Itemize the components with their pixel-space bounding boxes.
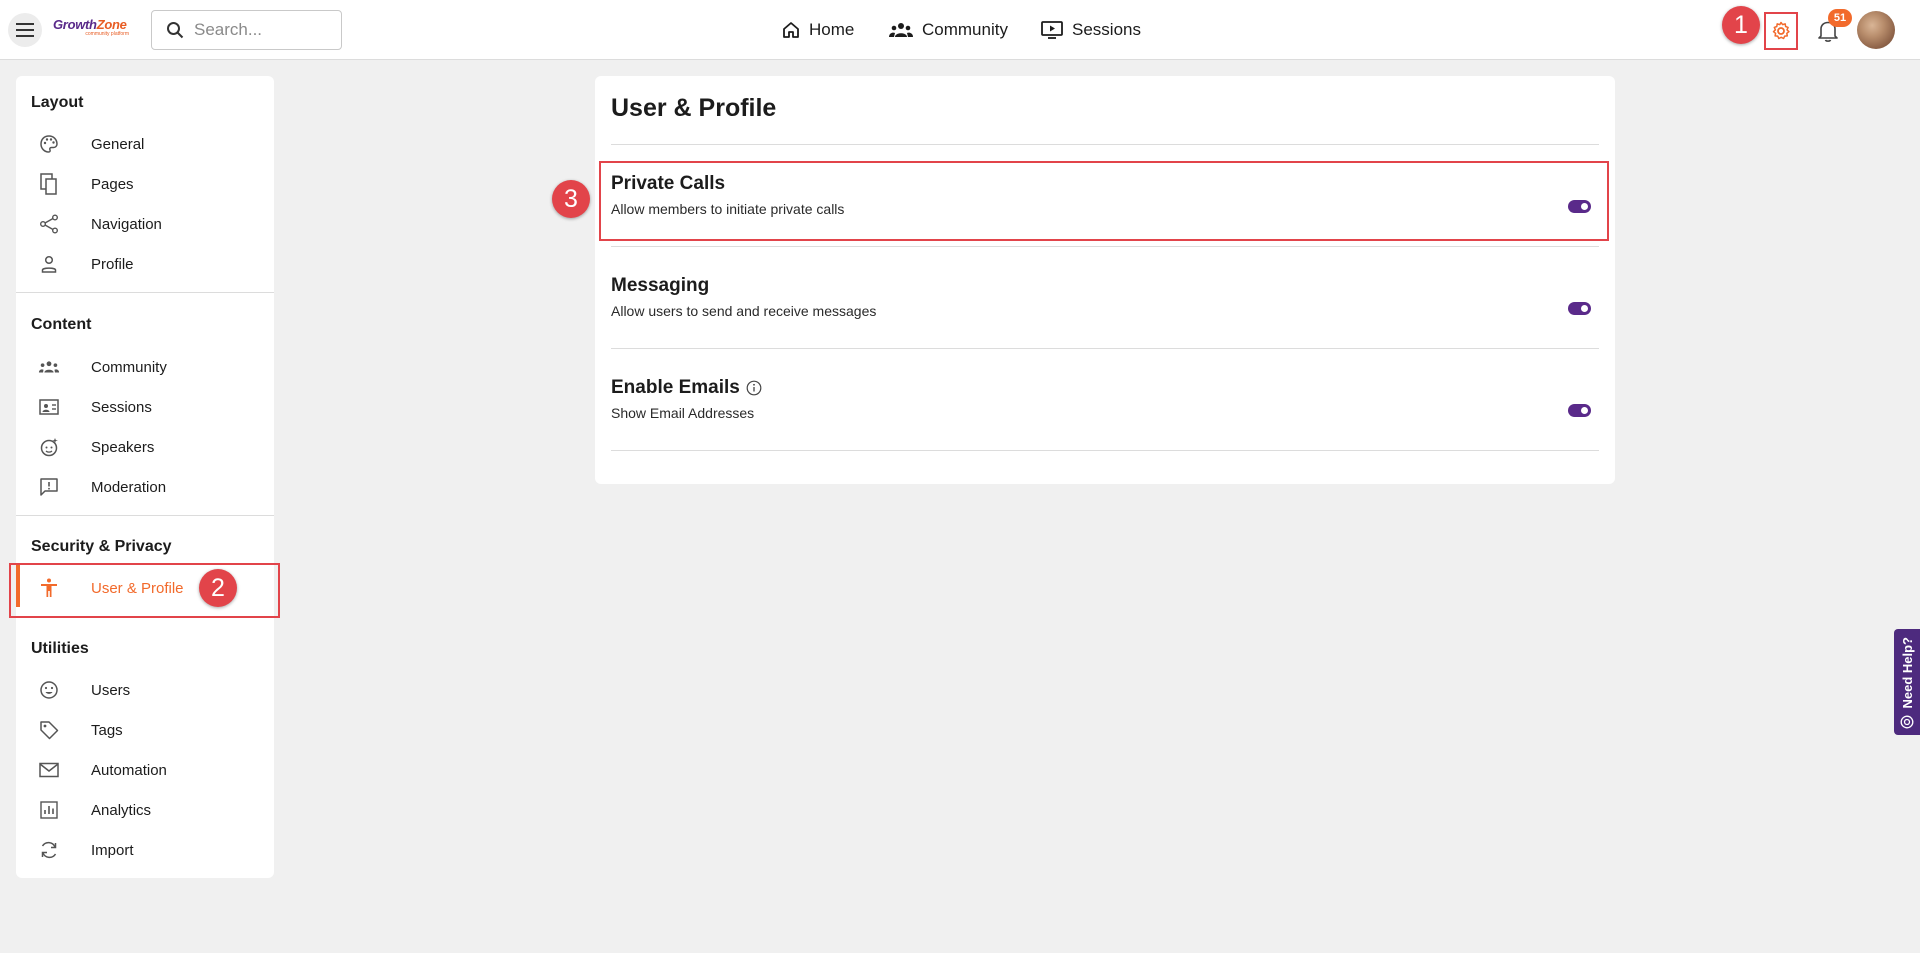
info-icon[interactable]: [746, 380, 762, 396]
people-icon: [889, 23, 913, 37]
toggle-messaging[interactable]: [1568, 302, 1591, 315]
need-help-label: Need Help?: [1899, 637, 1915, 709]
tag-icon: [38, 719, 60, 741]
section-title-security: Security & Privacy: [31, 538, 172, 555]
sync-icon: [38, 839, 60, 861]
nav-community-label: Community: [922, 20, 1008, 39]
sidebar-divider: [16, 515, 274, 516]
title-divider: [611, 144, 1599, 145]
sidebar-item-navigation[interactable]: Navigation: [16, 206, 274, 242]
setting-divider: [611, 348, 1599, 349]
sidebar-item-community[interactable]: Community: [16, 349, 274, 385]
setting-desc-enable-emails: Show Email Addresses: [611, 405, 755, 421]
nav-sessions-label: Sessions: [1072, 20, 1141, 39]
sidebar-item-label: Pages: [91, 175, 134, 193]
search-box[interactable]: [151, 10, 342, 50]
sidebar-item-moderation[interactable]: Moderation: [16, 469, 274, 505]
highlight-user-profile: [9, 563, 280, 618]
section-title-content: Content: [31, 316, 92, 333]
menu-icon: [16, 23, 34, 37]
growthzone-logo[interactable]: GrowthZone community platform: [53, 18, 135, 42]
report-icon: [38, 476, 60, 498]
sidebar-item-label: Analytics: [91, 801, 152, 819]
sidebar-item-label: Navigation: [91, 215, 162, 233]
sidebar-item-label: Automation: [91, 761, 167, 779]
sidebar-item-general[interactable]: General: [16, 126, 274, 162]
settings-sidebar: Layout General Pages Navigation Profile …: [16, 76, 274, 878]
sidebar-item-profile[interactable]: Profile: [16, 246, 274, 282]
page-title: User & Profile: [611, 94, 777, 122]
search-input[interactable]: [194, 20, 334, 40]
sidebar-divider: [16, 292, 274, 293]
face-icon: [38, 679, 60, 701]
hamburger-menu-button[interactable]: [8, 13, 42, 47]
sidebar-item-label: Import: [91, 841, 134, 859]
mail-icon: [38, 759, 60, 781]
pages-icon: [38, 173, 60, 195]
step-marker-3: 3: [552, 180, 590, 218]
sidebar-item-analytics[interactable]: Analytics: [16, 792, 274, 828]
screen-play-icon: [1041, 21, 1063, 39]
section-title-utilities: Utilities: [31, 640, 89, 657]
sidebar-item-label: Users: [91, 681, 131, 699]
nav-home-label: Home: [809, 20, 855, 39]
analytics-icon: [38, 799, 60, 821]
sidebar-item-label: Tags: [91, 721, 123, 739]
sidebar-item-label: Moderation: [91, 478, 167, 496]
sidebar-item-pages[interactable]: Pages: [16, 166, 274, 202]
nav-home[interactable]: Home: [782, 0, 854, 60]
toggle-enable-emails[interactable]: [1568, 404, 1591, 417]
sidebar-item-label: Sessions: [91, 398, 152, 416]
logo-tagline: community platform: [85, 31, 129, 37]
settings-card: User & Profile Private Calls Allow membe…: [595, 76, 1615, 484]
share-icon: [38, 213, 60, 235]
highlight-private-calls: [599, 161, 1609, 241]
sidebar-item-users[interactable]: Users: [16, 672, 274, 708]
lifebuoy-icon: [1900, 715, 1914, 729]
sidebar-item-label: Speakers: [91, 438, 155, 456]
sidebar-item-label: Community: [91, 358, 167, 376]
sidebar-item-import[interactable]: Import: [16, 832, 274, 868]
setting-title-enable-emails: Enable Emails: [611, 377, 762, 399]
user-avatar[interactable]: [1857, 11, 1895, 49]
setting-divider: [611, 246, 1599, 247]
search-icon: [167, 22, 184, 39]
sidebar-item-label: Profile: [91, 255, 134, 273]
step-marker-1: 1: [1722, 6, 1760, 44]
step-marker-2: 2: [199, 569, 237, 607]
sidebar-item-sessions[interactable]: Sessions: [16, 389, 274, 425]
people-icon: [38, 356, 60, 378]
nav-community[interactable]: Community: [889, 0, 1008, 60]
settings-button[interactable]: [1764, 12, 1798, 50]
nav-sessions[interactable]: Sessions: [1041, 0, 1141, 60]
person-icon: [38, 253, 60, 275]
sidebar-item-tags[interactable]: Tags: [16, 712, 274, 748]
home-icon: [783, 22, 799, 38]
section-title-layout: Layout: [31, 94, 84, 111]
setting-title-messaging: Messaging: [611, 275, 710, 296]
top-bar: GrowthZone community platform Home Commu…: [0, 0, 1920, 60]
sidebar-item-automation[interactable]: Automation: [16, 752, 274, 788]
setting-divider: [611, 450, 1599, 451]
sidebar-item-speakers[interactable]: Speakers: [16, 429, 274, 465]
logo-text: GrowthZone: [53, 17, 127, 32]
gear-icon: [1772, 21, 1790, 40]
setting-desc-messaging: Allow users to send and receive messages: [611, 303, 877, 319]
sidebar-item-label: General: [91, 135, 145, 153]
contact-card-icon: [38, 396, 60, 418]
setting-title-enable-emails-text: Enable Emails: [611, 377, 740, 398]
face-icon: [38, 436, 60, 458]
need-help-tab[interactable]: Need Help?: [1894, 629, 1920, 735]
palette-icon: [38, 133, 60, 155]
notification-count-badge: 51: [1828, 9, 1852, 27]
